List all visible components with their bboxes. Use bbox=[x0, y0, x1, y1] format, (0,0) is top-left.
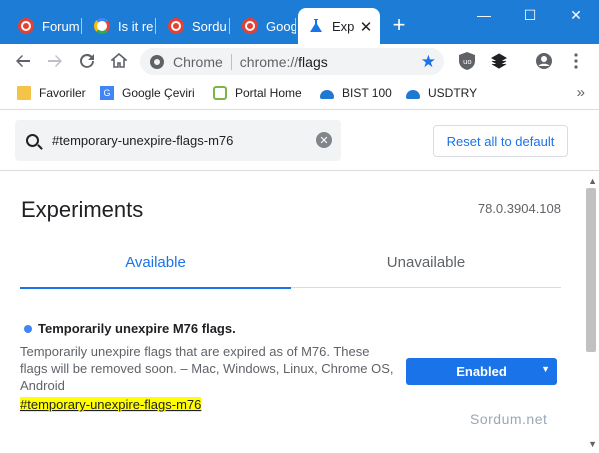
scrollbar-thumb[interactable] bbox=[586, 188, 596, 352]
scroll-up-icon[interactable]: ▲ bbox=[588, 176, 597, 186]
chart-cloud-icon bbox=[406, 90, 420, 99]
version-label: 78.0.3904.108 bbox=[477, 201, 561, 216]
scroll-down-icon[interactable]: ▼ bbox=[588, 439, 597, 449]
bookmark-item[interactable]: USDTRY bbox=[406, 86, 477, 100]
bookmark-item[interactable]: Portal Home bbox=[213, 86, 302, 100]
sordum-icon bbox=[242, 18, 258, 34]
browser-tab[interactable]: Is it re bbox=[84, 8, 156, 44]
url-text: chrome://flags bbox=[239, 53, 328, 70]
bookmark-item[interactable]: Favoriler bbox=[17, 86, 86, 100]
browser-tab-active[interactable]: Exp ✕ bbox=[298, 8, 380, 44]
bookmark-star-icon[interactable]: ★ bbox=[421, 52, 436, 72]
bookmarks-bar: Favoriler G Google Çeviri Portal Home BI… bbox=[0, 78, 599, 110]
experiment-state-select[interactable]: Enabled ▼ bbox=[406, 358, 557, 385]
page-title: Experiments bbox=[21, 197, 144, 222]
clear-search-icon[interactable]: ✕ bbox=[316, 132, 332, 148]
flags-content: Experiments 78.0.3904.108 Available Unav… bbox=[0, 172, 599, 453]
ublock-icon[interactable]: uo bbox=[458, 52, 476, 70]
folder-icon bbox=[17, 86, 31, 100]
modified-dot-icon bbox=[24, 324, 32, 333]
tab-title: Is it re bbox=[118, 18, 154, 34]
sordum-icon bbox=[168, 18, 184, 34]
sordum-icon bbox=[18, 18, 34, 34]
divider bbox=[230, 53, 232, 70]
select-value: Enabled bbox=[456, 364, 507, 379]
home-icon[interactable] bbox=[107, 49, 131, 73]
tab-title: Forum bbox=[42, 18, 80, 34]
maximize-button[interactable]: ☐ bbox=[507, 0, 553, 30]
search-icon bbox=[26, 134, 39, 147]
tab-strip: Forum Is it re Sordu Googl Exp ✕ + — ☐ ✕ bbox=[0, 0, 599, 44]
menu-icon[interactable] bbox=[567, 52, 585, 70]
chart-cloud-icon bbox=[320, 90, 334, 99]
bookmark-label: BIST 100 bbox=[342, 86, 392, 100]
close-window-button[interactable]: ✕ bbox=[553, 0, 599, 30]
back-icon[interactable] bbox=[11, 49, 35, 73]
browser-tab[interactable]: Forum bbox=[8, 8, 82, 44]
minimize-button[interactable]: — bbox=[461, 0, 507, 30]
bookmark-label: Favoriler bbox=[39, 86, 86, 100]
browser-tab[interactable]: Googl bbox=[232, 8, 296, 44]
experiment-title: Temporarily unexpire M76 flags. bbox=[20, 321, 561, 336]
chevron-more-icon[interactable]: » bbox=[577, 84, 585, 101]
dropdown-arrow-icon: ▼ bbox=[541, 364, 550, 374]
tab-available[interactable]: Available bbox=[20, 236, 291, 289]
layers-icon[interactable] bbox=[490, 52, 508, 70]
google-icon bbox=[94, 18, 110, 34]
bookmark-label: Google Çeviri bbox=[122, 86, 195, 100]
tab-title: Googl bbox=[266, 18, 296, 34]
tab-title: Exp bbox=[332, 18, 355, 34]
reload-icon[interactable] bbox=[75, 49, 99, 73]
profile-icon[interactable] bbox=[535, 52, 553, 70]
experiment-description: Temporarily unexpire flags that are expi… bbox=[20, 344, 394, 393]
address-bar[interactable]: Chrome chrome://flags ★ bbox=[140, 48, 444, 75]
portal-icon bbox=[213, 86, 227, 100]
new-tab-button[interactable]: + bbox=[389, 13, 409, 37]
flags-search-field[interactable]: #temporary-unexpire-flags-m76 ✕ bbox=[15, 120, 341, 161]
watermark: Sordum.net bbox=[470, 411, 548, 427]
tab-unavailable[interactable]: Unavailable bbox=[291, 236, 561, 288]
svg-text:uo: uo bbox=[463, 58, 472, 66]
google-translate-icon: G bbox=[100, 86, 114, 100]
experiment-title-text: Temporarily unexpire M76 flags. bbox=[38, 321, 236, 336]
browser-tab[interactable]: Sordu bbox=[158, 8, 230, 44]
flags-header: #temporary-unexpire-flags-m76 ✕ Reset al… bbox=[0, 111, 599, 171]
tab-title: Sordu bbox=[192, 18, 227, 34]
close-tab-icon[interactable]: ✕ bbox=[358, 18, 374, 36]
reset-all-button[interactable]: Reset all to default bbox=[433, 125, 568, 157]
chrome-icon bbox=[150, 54, 164, 69]
site-chip: Chrome bbox=[173, 53, 223, 70]
bookmark-item[interactable]: BIST 100 bbox=[320, 86, 392, 100]
scrollbar[interactable]: ▲ ▼ bbox=[582, 172, 599, 453]
bookmark-item[interactable]: G Google Çeviri bbox=[100, 86, 195, 100]
flask-icon bbox=[308, 18, 324, 34]
bookmark-label: Portal Home bbox=[235, 86, 302, 100]
flags-tabs: Available Unavailable bbox=[20, 236, 561, 289]
experiment-permalink[interactable]: #temporary-unexpire-flags-m76 bbox=[20, 397, 202, 412]
toolbar: Chrome chrome://flags ★ uo bbox=[0, 44, 599, 78]
forward-icon[interactable] bbox=[43, 49, 67, 73]
search-input-value[interactable]: #temporary-unexpire-flags-m76 bbox=[52, 133, 233, 148]
bookmark-label: USDTRY bbox=[428, 86, 478, 100]
